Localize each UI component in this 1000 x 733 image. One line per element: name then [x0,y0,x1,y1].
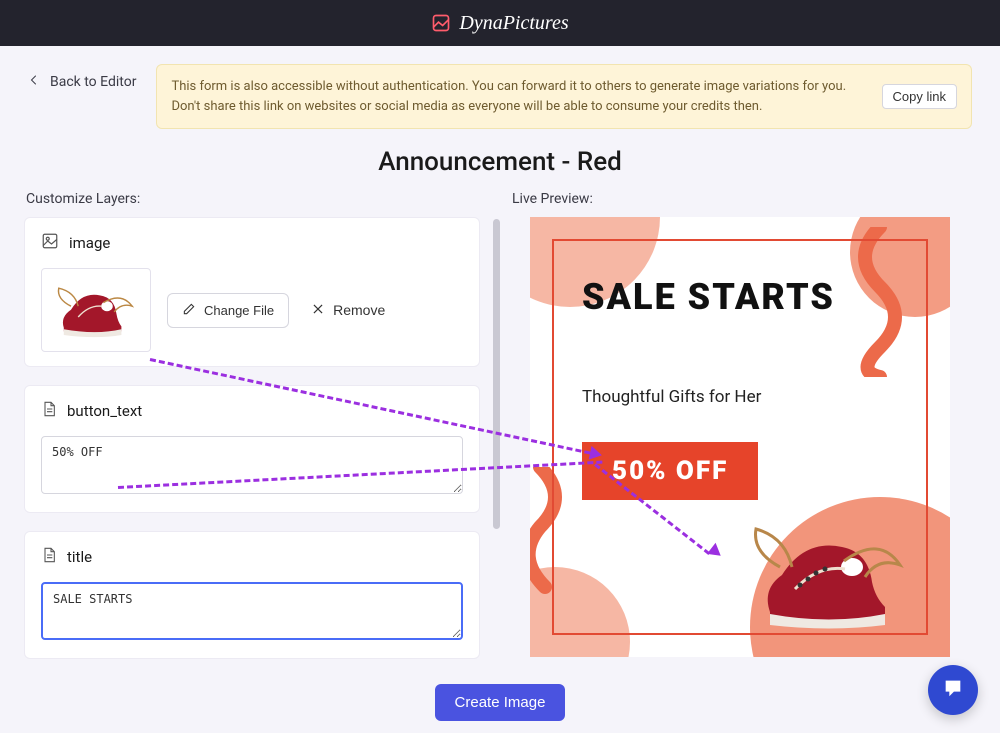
preview-button: 50% OFF [582,442,758,500]
preview-subtitle: Thoughtful Gifts for Her [582,387,761,407]
preview-title: SALE STARTS [582,277,835,318]
remove-label: Remove [333,302,385,318]
change-file-button[interactable]: Change File [167,293,289,328]
layer-name-title: title [67,548,92,566]
back-link-label: Back to Editor [50,74,136,90]
change-file-label: Change File [204,303,274,318]
chat-widget-button[interactable] [928,665,978,715]
shoe-thumb-icon [53,277,139,343]
customize-column: Customize Layers: image [24,185,490,685]
header-row: Back to Editor This form is also accessi… [0,46,1000,129]
app-topbar: DynaPictures [0,0,1000,46]
layers-scroll-area[interactable]: image [24,217,490,659]
brand-logo-icon [431,13,451,33]
preview-shoe-image [750,517,910,637]
image-thumbnail[interactable] [41,268,151,352]
layer-card-title: title [24,531,480,659]
notice-text: This form is also accessible without aut… [171,77,869,116]
layer-name-button-text: button_text [67,402,142,420]
live-preview-label: Live Preview: [512,191,976,207]
close-icon [311,302,325,319]
footer: Create Image [0,684,1000,721]
scrollbar[interactable] [493,219,500,529]
page-title: Announcement - Red [0,147,1000,177]
title-input[interactable] [41,582,463,640]
auth-notice: This form is also accessible without aut… [156,64,972,129]
live-preview-canvas: SALE STARTS Thoughtful Gifts for Her 50%… [530,217,950,657]
copy-link-button[interactable]: Copy link [882,84,957,109]
document-icon [41,546,57,568]
preview-column: Live Preview: SALE STARTS Thoughtful Gif… [510,185,976,685]
button-text-input[interactable] [41,436,463,494]
document-icon [41,400,57,422]
create-image-button[interactable]: Create Image [435,684,566,721]
brand-name: DynaPictures [459,12,568,35]
image-icon [41,232,59,254]
customize-layers-label: Customize Layers: [26,191,490,207]
layer-card-image: image [24,217,480,367]
layer-name-image: image [69,234,110,252]
pencil-icon [182,302,196,319]
back-to-editor-link[interactable]: Back to Editor [28,64,136,90]
remove-image-button[interactable]: Remove [305,294,391,327]
layer-card-button-text: button_text [24,385,480,513]
chat-icon [942,677,964,703]
chevron-left-icon [28,74,40,90]
